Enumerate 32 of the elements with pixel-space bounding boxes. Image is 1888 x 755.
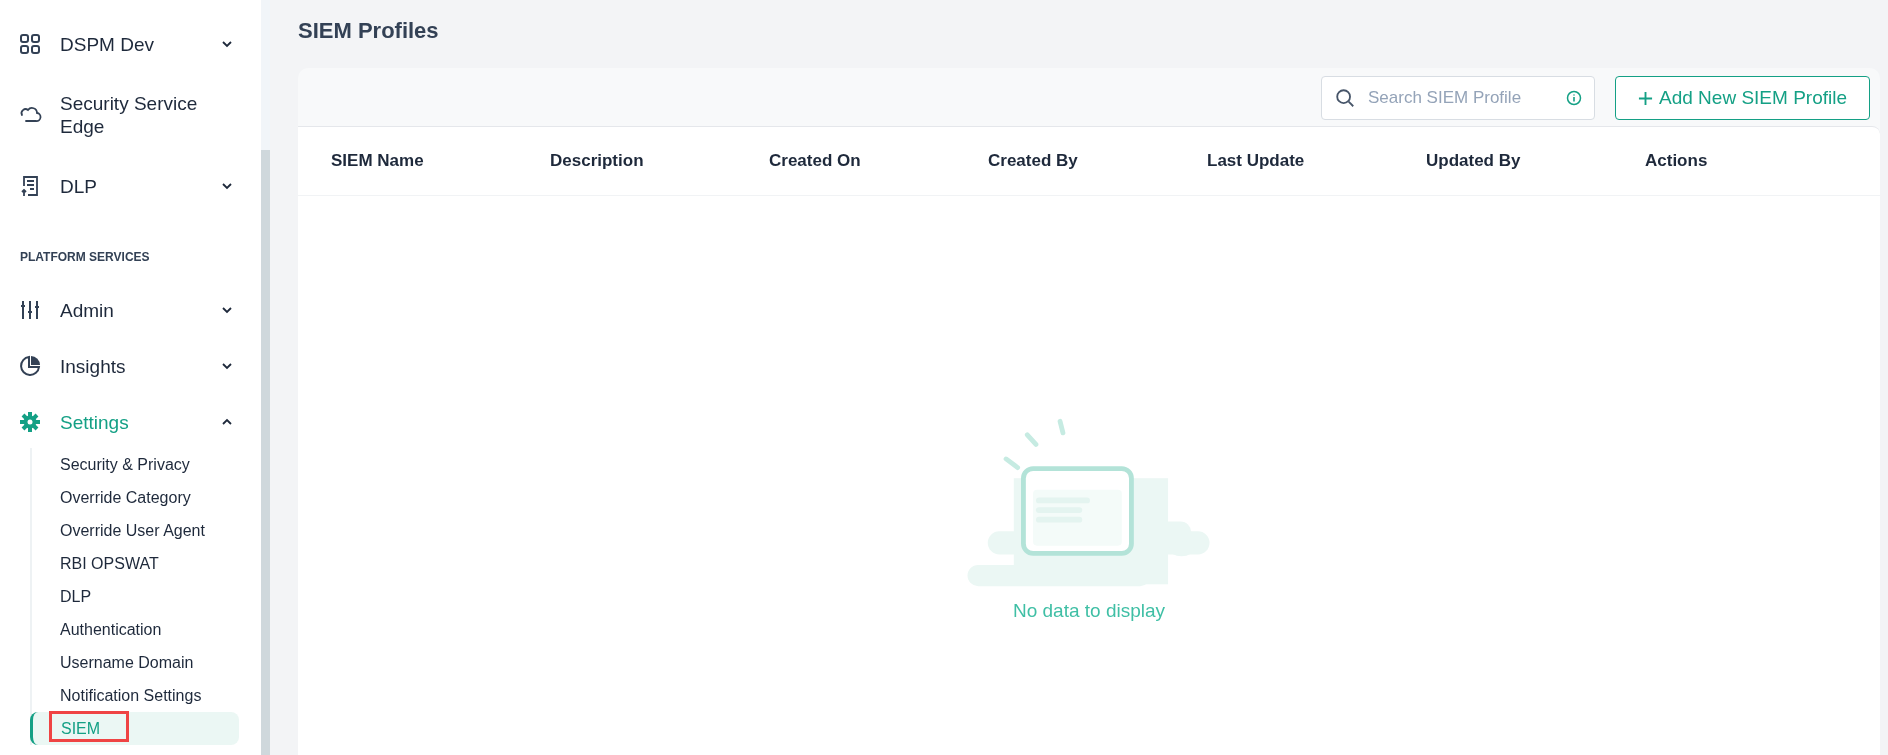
column-header: Actions	[1645, 151, 1709, 171]
page-title: SIEM Profiles	[298, 18, 440, 44]
search-icon	[1334, 87, 1357, 109]
nav-item[interactable]: Insights	[18, 350, 261, 382]
submenu-item[interactable]: RBI OPSWAT	[32, 547, 239, 580]
submenu-item[interactable]: Override User Agent	[32, 514, 239, 547]
column-header: Created On	[769, 151, 862, 171]
nav-item[interactable]: DLP	[18, 170, 261, 202]
nav-item[interactable]: Admin	[18, 294, 261, 326]
section-heading: PLATFORM SERVICES	[20, 250, 151, 264]
grid-icon	[18, 32, 42, 56]
nav-item[interactable]: DSPM Dev	[18, 28, 261, 60]
pie-chart-icon	[18, 354, 42, 378]
column-header: Updated By	[1426, 151, 1522, 171]
nav-item[interactable]: Security Service Edge	[18, 92, 261, 138]
submenu-item[interactable]: Override Category	[32, 481, 239, 514]
sliders-icon	[18, 298, 42, 322]
column-header: Last Update	[1207, 151, 1306, 171]
submenu-item[interactable]: Username Domain	[32, 646, 239, 679]
column-header: SIEM Name	[331, 151, 425, 171]
scrollbar[interactable]	[261, 0, 270, 755]
submenu-item[interactable]: Security & Privacy	[32, 448, 239, 481]
gear-icon	[18, 410, 42, 434]
submenu-item[interactable]: DLP	[32, 580, 239, 613]
empty-state-message: No data to display	[1012, 600, 1166, 622]
submenu-item[interactable]: Notification Settings	[32, 679, 239, 712]
submenu-item[interactable]: Authentication	[32, 613, 239, 646]
column-header: Description	[550, 151, 645, 171]
info-icon[interactable]	[1566, 90, 1583, 106]
column-header: Created By	[988, 151, 1079, 171]
plus-icon	[1638, 90, 1654, 106]
search-field[interactable]: Search SIEM Profile	[1321, 76, 1596, 120]
